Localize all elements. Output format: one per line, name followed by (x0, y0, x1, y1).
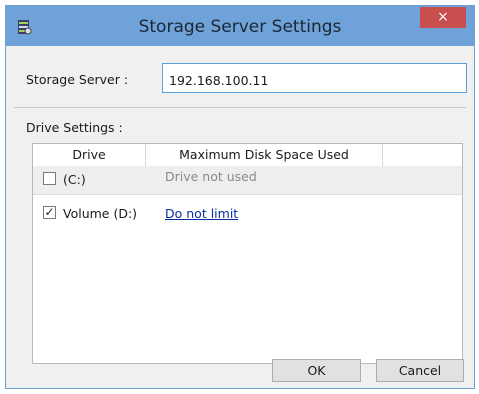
column-separator (382, 144, 383, 166)
cancel-button[interactable]: Cancel (376, 359, 464, 382)
drive-name: (C:) (63, 172, 86, 187)
window-title: Storage Server Settings (138, 17, 342, 37)
ok-button[interactable]: OK (272, 359, 361, 382)
close-button[interactable]: × (420, 7, 466, 28)
divider (14, 107, 466, 108)
dialog-body: Storage Server : Drive Settings : Drive … (14, 46, 467, 382)
storage-server-input[interactable] (162, 63, 467, 93)
drive-c-checkbox[interactable] (43, 172, 56, 185)
disk-space-limit-link[interactable]: Do not limit (165, 206, 238, 221)
table-row[interactable]: (C:) Drive not used (33, 166, 462, 195)
drive-name: Volume (D:) (63, 206, 138, 221)
settings-dialog: Storage Server Settings × Storage Server… (5, 5, 475, 389)
drive-table: Drive Maximum Disk Space Used (C:) Drive… (32, 143, 463, 364)
disk-space-setting: Drive not used (165, 169, 257, 184)
table-row[interactable]: ✓ Volume (D:) Do not limit (33, 200, 462, 228)
drive-d-checkbox[interactable]: ✓ (43, 206, 56, 219)
drive-settings-label: Drive Settings : (26, 120, 123, 135)
column-header-drive[interactable]: Drive (33, 144, 145, 166)
storage-server-label: Storage Server : (26, 72, 129, 87)
title-bar[interactable]: Storage Server Settings × (6, 6, 474, 46)
column-header-max-disk-space[interactable]: Maximum Disk Space Used (146, 144, 382, 166)
